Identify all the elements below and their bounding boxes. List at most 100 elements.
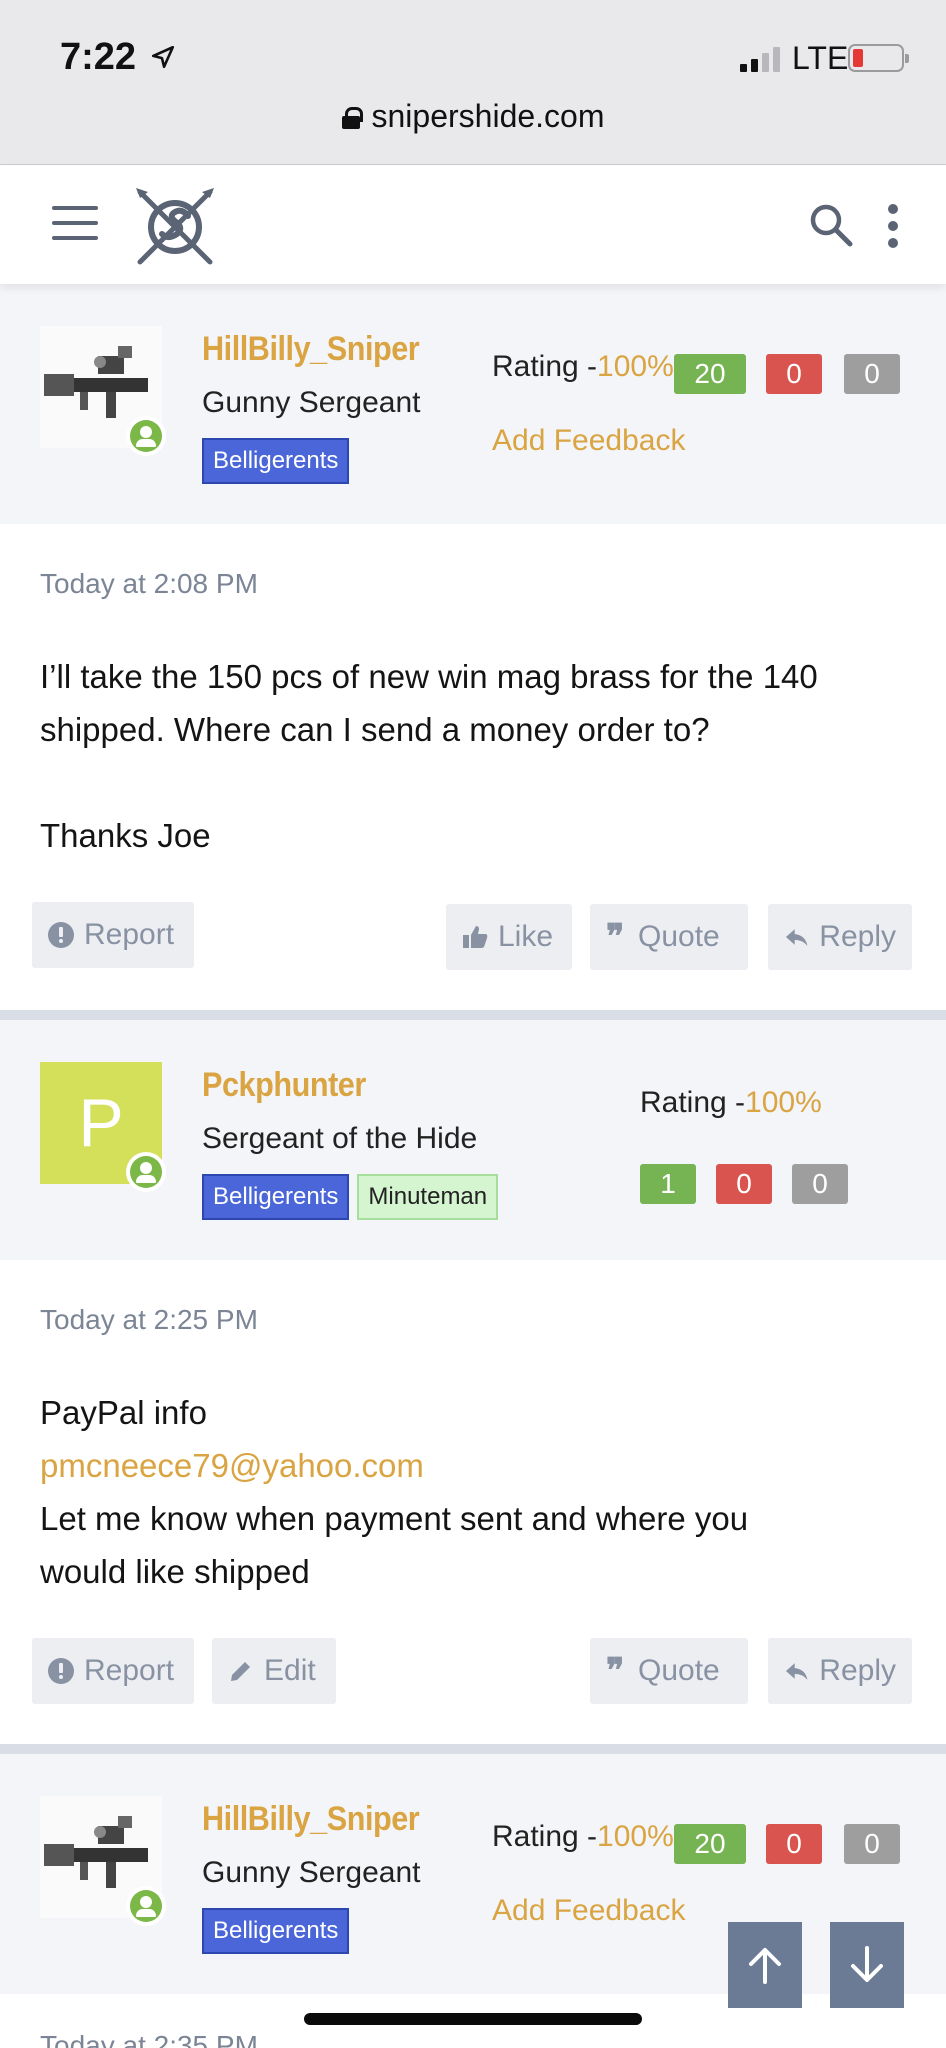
site-header [0, 166, 946, 284]
report-icon [48, 1658, 74, 1684]
rating: Rating -100% [640, 1086, 822, 1120]
report-button[interactable]: Report [32, 1638, 194, 1704]
user-banners: Belligerents [202, 1908, 350, 1954]
neutral-feedback-count[interactable]: 0 [844, 354, 900, 394]
positive-feedback-count[interactable]: 20 [674, 1824, 746, 1864]
lock-icon [341, 107, 363, 129]
positive-feedback-count[interactable]: 20 [674, 354, 746, 394]
signal-strength-icon [740, 46, 780, 72]
thumbs-up-icon [463, 926, 488, 948]
post-userbar: P Pckphunter Sergeant of the Hide Bellig… [0, 1020, 946, 1260]
post-line [40, 756, 910, 809]
site-logo-icon[interactable] [132, 186, 218, 268]
banner-minuteman: Minuteman [357, 1174, 499, 1220]
banner-belligerents: Belligerents [202, 1908, 350, 1954]
online-status-icon [126, 416, 166, 456]
user-title: Gunny Sergeant [202, 386, 421, 419]
reply-button[interactable]: Reply [768, 1638, 912, 1704]
username[interactable]: HillBilly_Sniper [202, 1800, 420, 1839]
clock-time: 7:22 [60, 36, 137, 78]
battery-icon [848, 44, 909, 72]
rating-label: Rating - [640, 1086, 746, 1119]
arrow-up-icon [749, 1948, 781, 1984]
post-line: Thanks Joe [40, 817, 211, 854]
email-link[interactable]: pmcneece79@yahoo.com [40, 1439, 910, 1492]
user-title: Sergeant of the Hide [202, 1122, 478, 1155]
address-bar[interactable]: snipershide.com [0, 98, 946, 135]
quote-label: Quote [638, 1654, 720, 1687]
negative-feedback-count[interactable]: 0 [766, 354, 822, 394]
reply-icon [785, 929, 808, 946]
post-divider [0, 1010, 946, 1020]
post-date[interactable]: Today at 2:08 PM [40, 568, 258, 600]
url-text: snipershide.com [371, 98, 605, 134]
reply-icon [785, 1663, 808, 1680]
home-indicator[interactable] [304, 2013, 642, 2025]
post-line: shipped. Where can I send a money order … [40, 711, 710, 748]
edit-button[interactable]: Edit [212, 1638, 336, 1704]
avatar[interactable] [40, 326, 166, 456]
edit-label: Edit [264, 1654, 316, 1687]
post-userbar: HillBilly_Sniper Gunny Sergeant Belliger… [0, 1754, 946, 1994]
quote-icon: ❞ [606, 1652, 625, 1690]
banner-belligerents: Belligerents [202, 438, 350, 484]
rating-percent: 100% [597, 350, 674, 383]
positive-feedback-count[interactable]: 1 [640, 1164, 696, 1204]
location-arrow-icon [151, 45, 175, 69]
rating-percent: 100% [597, 1820, 674, 1853]
pencil-icon [231, 1662, 250, 1681]
post-divider [0, 1744, 946, 1754]
rating: Rating -100% [492, 1820, 674, 1854]
more-vertical-icon[interactable] [888, 204, 900, 248]
post-body: PayPal info pmcneece79@yahoo.com Let me … [40, 1386, 910, 1598]
post-userbar: HillBilly_Sniper Gunny Sergeant Belliger… [0, 284, 946, 524]
negative-feedback-count[interactable]: 0 [766, 1824, 822, 1864]
neutral-feedback-count[interactable]: 0 [844, 1824, 900, 1864]
neutral-feedback-count[interactable]: 0 [792, 1164, 848, 1204]
post-body: I’ll take the 150 pcs of new win mag bra… [40, 650, 910, 862]
banner-belligerents: Belligerents [202, 1174, 350, 1220]
post-line: Let me know when payment sent and where … [40, 1500, 749, 1537]
post-line: would like shipped [40, 1553, 310, 1590]
username[interactable]: Pckphunter [202, 1066, 366, 1105]
post-line: PayPal info [40, 1394, 207, 1431]
rating: Rating -100% [492, 350, 674, 384]
add-feedback-link[interactable]: Add Feedback [492, 1894, 685, 1928]
report-label: Report [84, 1654, 175, 1687]
like-button[interactable]: Like [446, 904, 572, 970]
user-title: Gunny Sergeant [202, 1856, 421, 1889]
search-icon[interactable] [808, 202, 854, 248]
online-status-icon [126, 1152, 166, 1192]
arrow-down-icon [851, 1946, 883, 1982]
avatar[interactable]: P [40, 1062, 166, 1192]
report-label: Report [84, 918, 175, 951]
rating-label: Rating - [492, 350, 598, 383]
post-date[interactable]: Today at 2:25 PM [40, 1304, 258, 1336]
user-banners: Belligerents Minuteman [202, 1174, 499, 1220]
hamburger-icon[interactable] [52, 206, 98, 240]
report-button[interactable]: Report [32, 902, 194, 968]
username[interactable]: HillBilly_Sniper [202, 330, 420, 369]
quote-icon: ❞ [606, 918, 625, 956]
add-feedback-link[interactable]: Add Feedback [492, 424, 685, 458]
negative-feedback-count[interactable]: 0 [716, 1164, 772, 1204]
user-banners: Belligerents [202, 438, 350, 484]
scroll-down-button[interactable] [830, 1922, 904, 2008]
post-line: I’ll take the 150 pcs of new win mag bra… [40, 658, 818, 695]
scroll-up-button[interactable] [728, 1922, 802, 2008]
avatar[interactable] [40, 1796, 166, 1926]
rating-label: Rating - [492, 1820, 598, 1853]
rating-percent: 100% [745, 1086, 822, 1119]
carrier-label: LTE [792, 40, 849, 76]
quote-button[interactable]: ❞ Quote [590, 1638, 748, 1704]
like-label: Like [498, 920, 554, 953]
browser-status-bar: 7:22 LTE snipershide.com [0, 0, 946, 165]
reply-label: Reply [819, 920, 896, 953]
report-icon [48, 922, 74, 948]
post-date[interactable]: Today at 2:35 PM [40, 2030, 258, 2048]
reply-label: Reply [819, 1654, 896, 1687]
reply-button[interactable]: Reply [768, 904, 912, 970]
quote-label: Quote [638, 920, 720, 953]
quote-button[interactable]: ❞ Quote [590, 904, 748, 970]
online-status-icon [126, 1886, 166, 1926]
